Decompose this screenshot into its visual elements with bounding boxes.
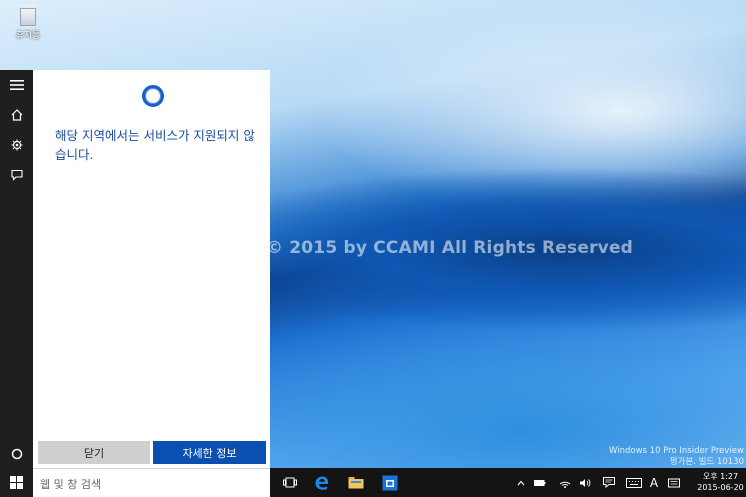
- store-button[interactable]: [376, 468, 404, 497]
- circle-icon: [11, 448, 22, 460]
- build-info-line2: 평가본. 빌드 10130: [669, 457, 744, 467]
- start-button[interactable]: [0, 468, 33, 497]
- ime-indicator[interactable]: A: [647, 468, 661, 497]
- ime-mode-button[interactable]: [664, 468, 684, 497]
- action-center-button[interactable]: [601, 468, 617, 497]
- close-button[interactable]: 닫기: [38, 441, 150, 464]
- search-box[interactable]: [33, 468, 270, 497]
- chevron-up-icon: [517, 480, 525, 485]
- feedback-icon: [10, 169, 23, 181]
- settings-button[interactable]: [0, 130, 33, 160]
- start-rail: [0, 70, 33, 497]
- keyboard-icon: [626, 477, 642, 488]
- ime-keyboard-icon: [668, 478, 680, 487]
- edge-button[interactable]: [308, 468, 336, 497]
- notification-icon: [603, 477, 615, 488]
- hamburger-menu-button[interactable]: [0, 70, 33, 100]
- search-input[interactable]: [38, 474, 262, 494]
- clock-date: 2015-06-20: [697, 483, 744, 492]
- gear-icon: [11, 139, 22, 151]
- recycle-bin-icon: [18, 4, 38, 26]
- home-icon: [11, 109, 22, 121]
- file-explorer-icon: [348, 477, 364, 489]
- file-explorer-button[interactable]: [342, 468, 370, 497]
- recycle-bin-label: 휴지통: [15, 31, 41, 41]
- edge-icon: [315, 476, 329, 490]
- build-info: Windows 10 Pro Insider Preview 평가본. 빌드 1…: [609, 446, 744, 468]
- home-button[interactable]: [0, 100, 33, 130]
- wifi-icon: [559, 481, 571, 488]
- build-info-line1: Windows 10 Pro Insider Preview: [609, 446, 744, 456]
- store-icon: [382, 475, 398, 490]
- windows-logo-icon: [10, 476, 23, 489]
- show-hidden-icons-button[interactable]: [514, 468, 528, 497]
- recycle-bin[interactable]: 휴지통: [8, 4, 48, 41]
- clock[interactable]: 오후 1:27 2015-06-20: [695, 471, 746, 493]
- network-button[interactable]: [557, 468, 573, 497]
- task-view-icon: [283, 477, 297, 488]
- clock-time: 오후 1:27: [702, 472, 739, 481]
- cortana-button[interactable]: [0, 439, 33, 469]
- menu-icon: [9, 80, 24, 90]
- volume-button[interactable]: [577, 468, 593, 497]
- touch-keyboard-button[interactable]: [624, 468, 644, 497]
- cortana-panel: 해당 지역에서는 서비스가 지원되지 않습니다. 닫기 자세한 정보: [33, 70, 270, 468]
- task-view-button[interactable]: [277, 468, 303, 497]
- more-info-button[interactable]: 자세한 정보: [153, 441, 266, 464]
- battery-button[interactable]: [532, 468, 548, 497]
- unsupported-region-message: 해당 지역에서는 서비스가 지원되지 않습니다.: [55, 128, 255, 162]
- cortana-logo-icon: [142, 85, 164, 107]
- battery-icon: [534, 479, 546, 486]
- speaker-icon: [580, 478, 591, 487]
- feedback-button[interactable]: [0, 160, 33, 190]
- taskbar: A 오후 1:27 2015-06-20: [270, 468, 746, 497]
